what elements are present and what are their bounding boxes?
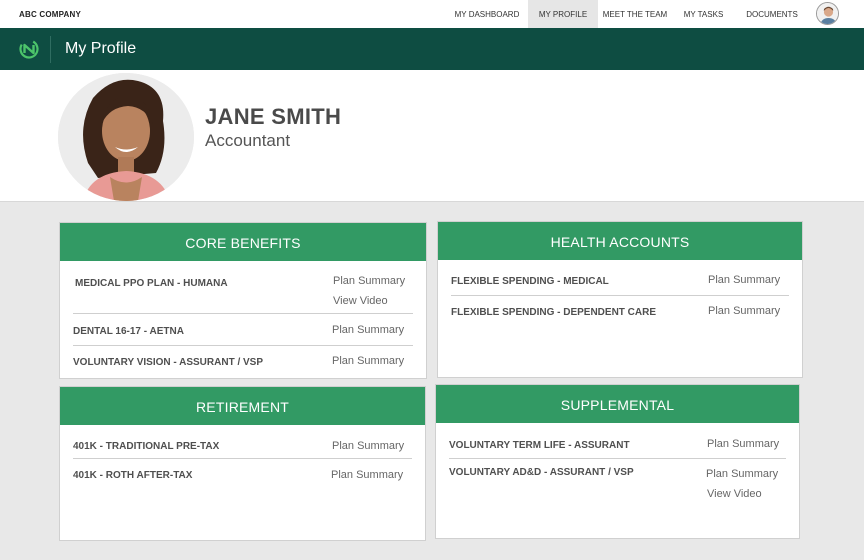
benefit-row: DENTAL 16-17 - AETNA Plan Summary xyxy=(73,314,413,346)
retirement-header: RETIREMENT xyxy=(60,387,425,425)
benefit-row: 401K - TRADITIONAL PRE-TAX Plan Summary xyxy=(73,425,412,459)
top-navigation: ABC COMPANY MY DASHBOARD MY PROFILE MEET… xyxy=(0,0,864,28)
profile-photo-image xyxy=(58,73,194,201)
profile-name: JANE SMITH xyxy=(205,104,342,129)
supplemental-card: SUPPLEMENTAL VOLUNTARY TERM LIFE - ASSUR… xyxy=(435,384,800,539)
benefit-row: VOLUNTARY VISION - ASSURANT / VSP Plan S… xyxy=(73,346,413,378)
company-name: ABC COMPANY xyxy=(19,10,82,19)
profile-photo xyxy=(58,73,194,201)
benefit-row: VOLUNTARY AD&D - ASSURANT / VSP Plan Sum… xyxy=(449,459,786,509)
brand-logo-icon xyxy=(19,39,39,59)
view-video-link[interactable]: View Video xyxy=(333,295,388,307)
benefit-name: FLEXIBLE SPENDING - DEPENDENT CARE xyxy=(451,307,657,318)
nav-my-dashboard[interactable]: MY DASHBOARD xyxy=(449,0,525,28)
nav-my-tasks[interactable]: MY TASKS xyxy=(676,0,731,28)
health-accounts-header: HEALTH ACCOUNTS xyxy=(438,222,802,260)
benefit-row: FLEXIBLE SPENDING - DEPENDENT CARE Plan … xyxy=(451,296,789,328)
nav-documents[interactable]: DOCUMENTS xyxy=(739,0,805,28)
user-avatar[interactable] xyxy=(816,2,839,25)
plan-summary-link[interactable]: Plan Summary xyxy=(708,274,780,286)
benefit-name: FLEXIBLE SPENDING - MEDICAL xyxy=(451,276,609,287)
benefit-row: MEDICAL PPO PLAN - HUMANA Plan Summary V… xyxy=(73,261,413,314)
core-benefits-header: CORE BENEFITS xyxy=(60,223,426,261)
benefit-name: VOLUNTARY AD&D - ASSURANT / VSP xyxy=(449,467,634,478)
core-benefits-card: CORE BENEFITS MEDICAL PPO PLAN - HUMANA … xyxy=(59,222,427,379)
benefit-name: VOLUNTARY VISION - ASSURANT / VSP xyxy=(73,357,264,368)
benefit-row: FLEXIBLE SPENDING - MEDICAL Plan Summary xyxy=(451,260,789,296)
benefit-name: 401K - TRADITIONAL PRE-TAX xyxy=(73,441,220,452)
profile-header: JANE SMITH Accountant xyxy=(0,70,864,202)
plan-summary-link[interactable]: Plan Summary xyxy=(331,469,403,481)
plan-summary-link[interactable]: Plan Summary xyxy=(707,438,779,450)
health-accounts-card: HEALTH ACCOUNTS FLEXIBLE SPENDING - MEDI… xyxy=(437,221,803,378)
benefit-name: VOLUNTARY TERM LIFE - ASSURANT xyxy=(449,440,630,451)
plan-summary-link[interactable]: Plan Summary xyxy=(332,440,404,452)
plan-summary-link[interactable]: Plan Summary xyxy=(706,468,778,480)
plan-summary-link[interactable]: Plan Summary xyxy=(332,355,404,367)
title-divider xyxy=(50,36,51,63)
view-video-link[interactable]: View Video xyxy=(707,488,762,500)
page-title: My Profile xyxy=(65,40,137,57)
avatar-person-icon xyxy=(817,3,838,24)
benefit-name: MEDICAL PPO PLAN - HUMANA xyxy=(75,278,228,289)
plan-summary-link[interactable]: Plan Summary xyxy=(332,324,404,336)
benefit-row: VOLUNTARY TERM LIFE - ASSURANT Plan Summ… xyxy=(449,423,786,459)
benefit-name: 401K - ROTH AFTER-TAX xyxy=(73,470,193,481)
benefit-name: DENTAL 16-17 - AETNA xyxy=(73,326,184,337)
supplemental-header: SUPPLEMENTAL xyxy=(436,385,799,423)
title-bar: My Profile xyxy=(0,28,864,70)
plan-summary-link[interactable]: Plan Summary xyxy=(333,275,405,287)
plan-summary-link[interactable]: Plan Summary xyxy=(708,305,780,317)
profile-job-title: Accountant xyxy=(205,131,291,150)
nav-meet-the-team[interactable]: MEET THE TEAM xyxy=(600,0,670,28)
nav-my-profile[interactable]: MY PROFILE xyxy=(528,0,598,28)
retirement-card: RETIREMENT 401K - TRADITIONAL PRE-TAX Pl… xyxy=(59,386,426,541)
benefit-row: 401K - ROTH AFTER-TAX Plan Summary xyxy=(73,459,412,489)
